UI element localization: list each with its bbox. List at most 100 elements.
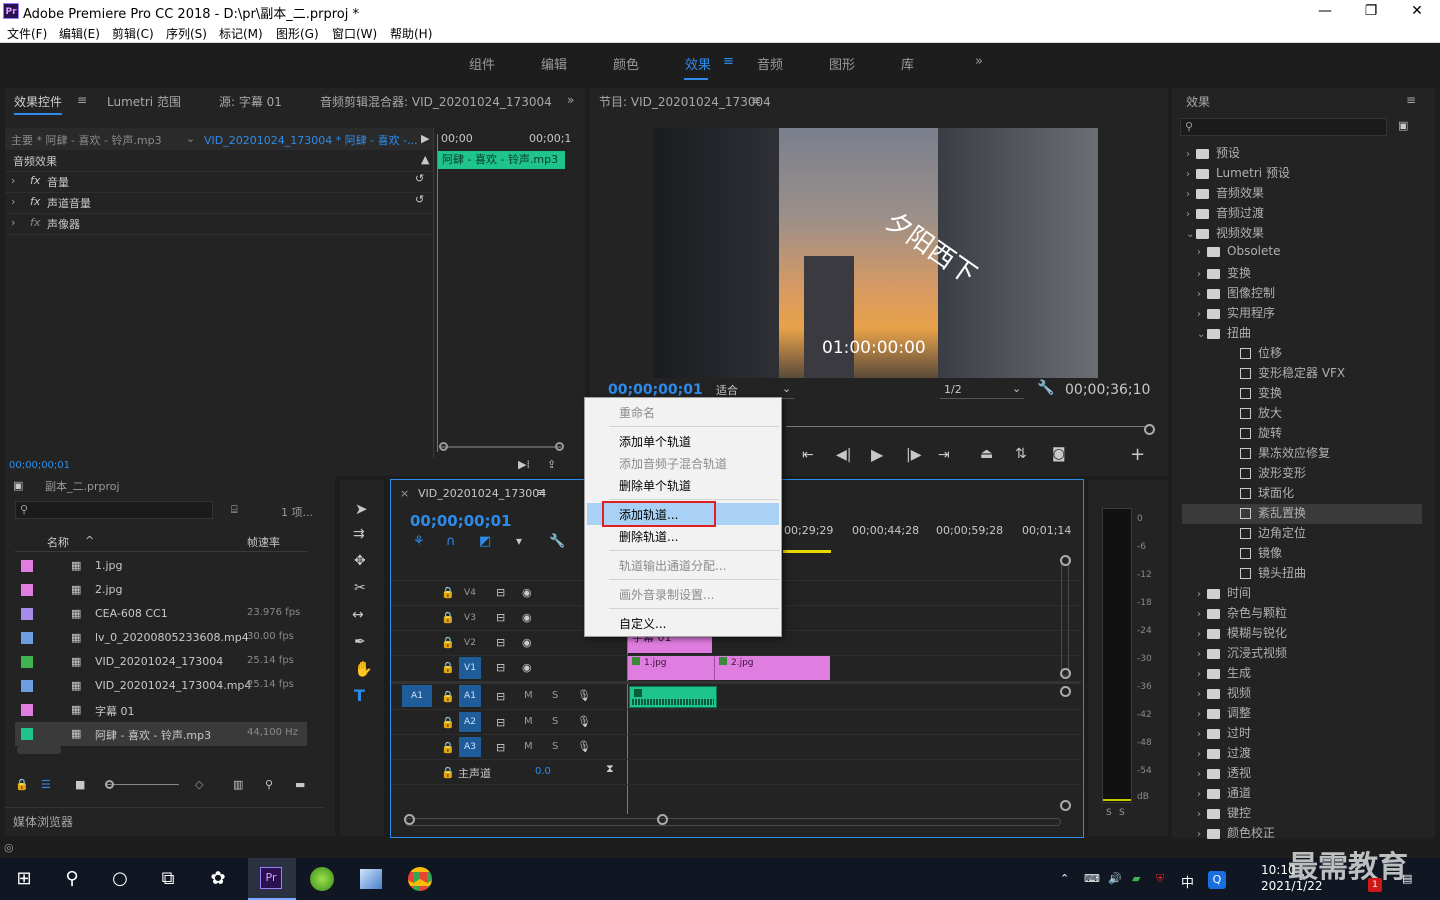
mute-button[interactable]: M — [524, 716, 533, 727]
chevron-right-icon[interactable]: › — [1197, 689, 1207, 700]
track-label-v4[interactable]: V4 — [461, 584, 479, 602]
project-list-item[interactable]: ▦ 1.jpg — [15, 554, 307, 578]
project-hscroll[interactable] — [17, 746, 61, 754]
taskbar-melon-icon[interactable] — [310, 867, 334, 891]
label-color-swatch[interactable] — [21, 656, 33, 668]
track-label-a1[interactable]: A1 — [459, 685, 481, 707]
effect-folder[interactable]: › 实用程序 — [1182, 304, 1422, 324]
effect-folder[interactable]: › 杂色与颗粒 — [1182, 604, 1422, 624]
action-center-icon[interactable]: ▤ — [1402, 872, 1412, 885]
tray-chevron-icon[interactable]: ⌃ — [1060, 872, 1069, 885]
close-button[interactable]: ✕ — [1394, 0, 1440, 22]
ctx-add-single-track[interactable]: 添加单个轨道 — [619, 433, 691, 450]
windows-start-icon[interactable]: ⊞ — [0, 858, 48, 900]
effect-item[interactable]: 变换 — [1182, 384, 1422, 404]
camera-icon[interactable]: ◙ — [1052, 446, 1066, 462]
track-label-a2[interactable]: A2 — [459, 712, 481, 732]
menu-file[interactable]: 文件(F) — [7, 25, 47, 42]
project-list-item[interactable]: ▦ CEA-608 CC1 23.976 fps — [15, 602, 307, 626]
effect-folder[interactable]: › 过渡 — [1182, 744, 1422, 764]
master-volume-value[interactable]: 0.0 — [535, 766, 551, 777]
project-list-item[interactable]: ▦ 字幕 01 — [15, 698, 307, 722]
ec-expand-channel-icon[interactable]: › — [11, 195, 15, 208]
sort-icon[interactable]: ◇ — [195, 778, 203, 791]
track-lock-icon[interactable]: 🔒 — [441, 766, 455, 779]
zoom-slider[interactable] — [107, 784, 179, 785]
tab-audio-clip-mixer[interactable]: 音频剪辑混合器: VID_20201024_173004 — [320, 93, 552, 110]
ctx-delete-tracks[interactable]: 删除轨道... — [619, 528, 678, 545]
tray-security-icon[interactable]: ⛨ — [1156, 872, 1164, 886]
eye-icon[interactable]: ◉ — [522, 586, 532, 599]
lock-icon[interactable]: 🔒 — [15, 778, 29, 791]
icon-view-icon[interactable]: ■ — [75, 778, 85, 791]
mic-icon[interactable]: 🎙 — [577, 740, 591, 753]
timeline-settings-icon[interactable]: 🔧 — [549, 534, 565, 549]
effect-folder[interactable]: › 通道 — [1182, 784, 1422, 804]
menu-clip[interactable]: 剪辑(C) — [112, 25, 154, 42]
menu-edit[interactable]: 编辑(E) — [59, 25, 100, 42]
effect-folder[interactable]: ⌄ 视频效果 — [1182, 224, 1422, 244]
ec-export-icon[interactable]: ⇪ — [547, 458, 556, 471]
quality-dropdown[interactable]: 1/2 ⌄ — [940, 382, 1024, 399]
master-end-icon[interactable]: ⧗ — [606, 762, 614, 776]
label-color-swatch[interactable] — [21, 704, 33, 716]
solo-button[interactable]: S — [552, 716, 558, 727]
source-patch-a1[interactable]: A1 — [402, 685, 432, 707]
effect-folder[interactable]: › 音频效果 — [1182, 184, 1422, 204]
mic-icon[interactable]: 🎙 — [577, 689, 591, 702]
tray-qq-icon[interactable]: Q — [1208, 871, 1226, 889]
ctx-customize[interactable]: 自定义... — [619, 615, 666, 632]
chevron-right-icon[interactable]: › — [1197, 729, 1207, 740]
tray-nvidia-icon[interactable]: ▰ — [1132, 872, 1140, 885]
step-forward-icon[interactable]: |▶ — [906, 447, 921, 463]
maximize-button[interactable]: ❐ — [1348, 0, 1394, 22]
slip-tool-icon[interactable]: ↔ — [352, 607, 364, 623]
play-icon[interactable]: ▶ — [871, 445, 883, 464]
extract-icon[interactable]: ⇅ — [1015, 446, 1027, 462]
taskbar-notes-icon[interactable] — [360, 869, 382, 889]
track-lock-icon[interactable]: 🔒 — [441, 661, 455, 674]
effects-search-input[interactable]: ⚲ — [1180, 118, 1387, 136]
toggle-sync-icon[interactable]: ⊟ — [496, 716, 505, 729]
track-label-a3[interactable]: A3 — [459, 737, 481, 757]
chevron-right-icon[interactable]: › — [1197, 749, 1207, 760]
solo-button[interactable]: S — [552, 741, 558, 752]
taskbar-search-icon[interactable]: ⚲ — [48, 858, 96, 900]
project-list-item[interactable]: ▦ 2.jpg — [15, 578, 307, 602]
eye-icon[interactable]: ◉ — [522, 611, 532, 624]
ec-playhead[interactable] — [437, 134, 438, 452]
panel-overflow-icon[interactable]: » — [567, 93, 574, 107]
effect-item[interactable]: 紊乱置换 — [1182, 504, 1422, 524]
nest-icon[interactable]: ⚘ — [413, 534, 425, 549]
list-view-icon[interactable]: ☰ — [41, 778, 51, 791]
chevron-down-icon[interactable]: ⌄ — [1197, 329, 1207, 340]
label-color-swatch[interactable] — [21, 584, 33, 596]
tab-lumetri-scopes[interactable]: Lumetri 范围 — [107, 93, 181, 110]
ec-seq-label[interactable]: VID_20201024_173004 * 阿肆 - 喜欢 -... — [204, 132, 418, 148]
chevron-right-icon[interactable]: › — [1197, 709, 1207, 720]
ctx-add-submix-track[interactable]: 添加音频子混合轨道 — [619, 455, 727, 472]
ec-audio-clip[interactable]: 阿肆 - 喜欢 - 铃声.mp3 — [438, 151, 565, 169]
label-color-swatch[interactable] — [21, 608, 33, 620]
ec-chevron-down-icon[interactable]: ⌄ — [186, 132, 195, 145]
chevron-right-icon[interactable]: › — [1197, 269, 1207, 280]
program-scrub-bar[interactable] — [786, 426, 1148, 427]
chevron-right-icon[interactable]: › — [1186, 169, 1196, 180]
panel-menu-icon[interactable]: ≡ — [77, 93, 87, 107]
ctx-track-output-mapping[interactable]: 轨道输出通道分配... — [619, 557, 726, 574]
chevron-right-icon[interactable]: › — [1186, 209, 1196, 220]
eye-icon[interactable]: ◉ — [522, 636, 532, 649]
vu-solo-left[interactable]: S — [1106, 808, 1112, 818]
effect-folder[interactable]: › 预设 — [1182, 144, 1422, 164]
reset-icon[interactable]: ↺ — [415, 172, 424, 185]
chevron-right-icon[interactable]: › — [1197, 829, 1207, 840]
effect-item[interactable]: 旋转 — [1182, 424, 1422, 444]
video-vscroll[interactable] — [1061, 556, 1069, 676]
workspace-tab-effects[interactable]: 效果 — [685, 54, 711, 73]
minimize-button[interactable]: — — [1302, 0, 1348, 22]
ripple-edit-icon[interactable]: ✥ — [354, 553, 366, 569]
effect-folder[interactable]: › 生成 — [1182, 664, 1422, 684]
toggle-sync-icon[interactable]: ⊟ — [496, 690, 505, 703]
new-bin-folder-icon[interactable]: ▬ — [295, 778, 305, 791]
pen-tool-icon[interactable]: ✒ — [354, 634, 366, 650]
